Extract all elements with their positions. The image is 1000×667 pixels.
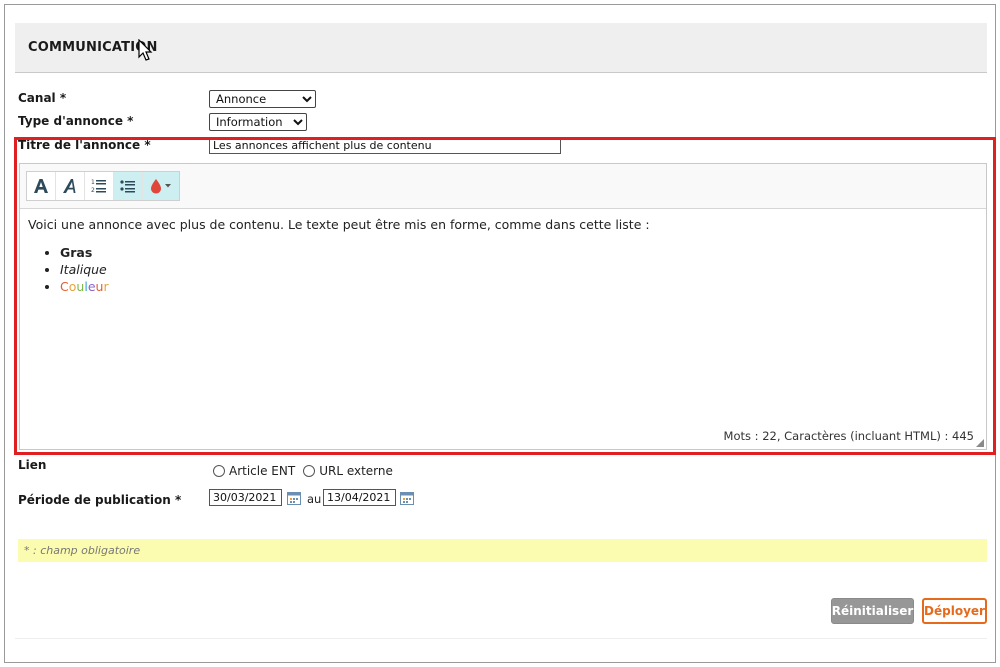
publication-label: Période de publication * (18, 493, 182, 507)
publication-end-input[interactable] (323, 489, 396, 506)
calendar-icon[interactable] (287, 491, 301, 505)
lien-radio-group: Article ENT URL externe (213, 464, 401, 478)
deploy-button[interactable]: Déployer (922, 598, 987, 624)
highlight-frame (14, 137, 996, 455)
radio-url-externe[interactable] (303, 465, 316, 477)
canal-label: Canal * (18, 91, 67, 105)
type-annonce-select[interactable]: Information (209, 113, 307, 131)
window-frame: COMMUNICATION Canal * Annonce Type d'ann… (4, 4, 996, 663)
reset-button[interactable]: Réinitialiser (831, 598, 914, 624)
lien-label: Lien (18, 458, 47, 472)
section-header: COMMUNICATION (15, 23, 987, 73)
canal-select[interactable]: Annonce (209, 90, 316, 108)
publication-start-input[interactable] (209, 489, 282, 506)
date-separator: au (307, 492, 322, 506)
radio-article-ent[interactable] (213, 465, 225, 477)
footer-divider (15, 638, 987, 639)
type-annonce-label: Type d'annonce * (18, 114, 134, 128)
mouse-cursor-icon (138, 39, 153, 61)
required-field-note: * : champ obligatoire (18, 539, 987, 562)
radio-label-url-externe: URL externe (319, 464, 393, 478)
calendar-icon[interactable] (400, 491, 414, 505)
radio-label-article-ent: Article ENT (229, 464, 296, 478)
